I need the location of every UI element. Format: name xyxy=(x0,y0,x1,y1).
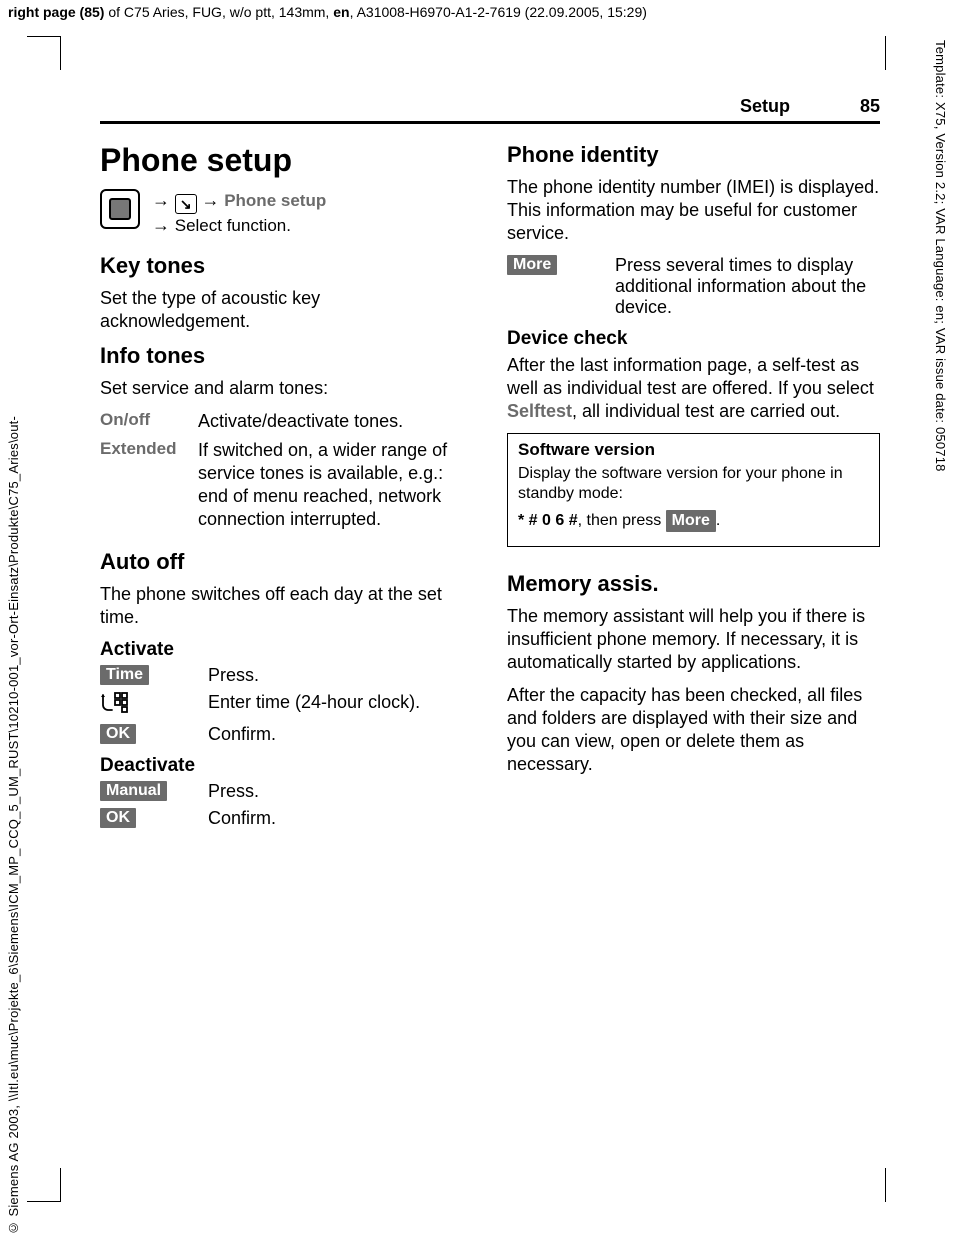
keypad-icon xyxy=(100,692,130,718)
step-row: Time Press. xyxy=(100,665,473,686)
menu-icon xyxy=(100,189,140,229)
paragraph: The memory assistant will help you if th… xyxy=(507,605,880,674)
definition-row: On/off Activate/deactivate tones. xyxy=(100,410,473,433)
term-onoff: On/off xyxy=(100,410,188,433)
arrow-right-icon: → xyxy=(152,215,170,235)
softkey-more: More xyxy=(666,510,716,532)
step-row: More Press several times to display addi… xyxy=(507,255,880,318)
ussd-code: * # 0 6 # xyxy=(518,512,578,529)
step-text: Confirm. xyxy=(208,724,473,745)
breadcrumb-target: Phone setup xyxy=(224,191,326,210)
paragraph: Set service and alarm tones: xyxy=(100,377,473,400)
header-tail: , A31008-H6970-A1-2-7619 (22.09.2005, 15… xyxy=(350,4,647,20)
definition-text: Activate/deactivate tones. xyxy=(198,410,473,433)
section-name: Setup xyxy=(740,96,790,117)
box-text: Display the software version for your ph… xyxy=(518,464,869,504)
softkey-manual: Manual xyxy=(100,781,167,801)
paragraph: After the last information page, a self-… xyxy=(507,354,880,423)
paragraph: After the capacity has been checked, all… xyxy=(507,684,880,776)
heading-info-tones: Info tones xyxy=(100,343,473,369)
heading-key-tones: Key tones xyxy=(100,253,473,279)
header-lang: en xyxy=(333,4,349,20)
text-fragment: , then press xyxy=(578,512,666,529)
step-text: Enter time (24-hour clock). xyxy=(208,692,473,713)
subheading-deactivate: Deactivate xyxy=(100,755,473,777)
header-part-rest: of C75 Aries, FUG, w/o ptt, 143mm, xyxy=(104,4,333,20)
definition-text: If switched on, a wider range of service… xyxy=(198,439,473,531)
box-code-line: * # 0 6 #, then press More. xyxy=(518,510,869,532)
softkey-more: More xyxy=(507,255,557,275)
breadcrumb: → ↘ → Phone setup → Select function. xyxy=(100,189,473,237)
header-part-bold: right page (85) xyxy=(8,4,104,20)
software-version-box: Software version Display the software ve… xyxy=(507,433,880,547)
step-row: OK Confirm. xyxy=(100,808,473,829)
page-content: Setup 85 Phone setup → ↘ → Phone setup →… xyxy=(100,96,880,835)
print-header: right page (85) of C75 Aries, FUG, w/o p… xyxy=(0,0,954,22)
step-text: Confirm. xyxy=(208,808,473,829)
crop-mark-icon xyxy=(885,36,886,70)
settings-nav-icon: ↘ xyxy=(175,194,197,214)
paragraph: Set the type of acoustic key acknowledge… xyxy=(100,287,473,333)
copyright-note-left: © Siemens AG 2003, \\Itl.eu\muc\Projekte… xyxy=(6,416,21,1236)
box-heading: Software version xyxy=(518,440,869,460)
arrow-right-icon: → xyxy=(201,190,219,210)
term-selftest: Selftest xyxy=(507,400,572,423)
paragraph: The phone identity number (IMEI) is disp… xyxy=(507,176,880,245)
step-row: Manual Press. xyxy=(100,781,473,802)
step-text: Press several times to display additiona… xyxy=(615,255,880,318)
paragraph: The phone switches off each day at the s… xyxy=(100,583,473,629)
text-fragment: , all individual test are carried out. xyxy=(572,401,840,421)
softkey-time: Time xyxy=(100,665,149,685)
heading-phone-identity: Phone identity xyxy=(507,142,880,168)
softkey-ok: OK xyxy=(100,808,136,828)
right-column: Phone identity The phone identity number… xyxy=(507,142,880,835)
definition-row: Extended If switched on, a wider range o… xyxy=(100,439,473,531)
heading-auto-off: Auto off xyxy=(100,549,473,575)
softkey-ok: OK xyxy=(100,724,136,744)
step-text: Press. xyxy=(208,665,473,686)
term-extended: Extended xyxy=(100,439,188,531)
step-row: OK Confirm. xyxy=(100,724,473,745)
heading-memory-assist: Memory assis. xyxy=(507,571,880,597)
running-head: Setup 85 xyxy=(100,96,880,124)
arrow-right-icon: → xyxy=(152,190,170,210)
breadcrumb-select: Select function. xyxy=(175,216,291,235)
page-number: 85 xyxy=(860,96,880,117)
crop-mark-icon xyxy=(60,36,61,70)
page-title: Phone setup xyxy=(100,142,473,179)
text-fragment: . xyxy=(716,512,720,529)
subheading-device-check: Device check xyxy=(507,328,880,350)
step-text: Press. xyxy=(208,781,473,802)
left-column: Phone setup → ↘ → Phone setup → Select f… xyxy=(100,142,473,835)
crop-mark-icon xyxy=(885,1168,886,1202)
template-note-right: Template: X75, Version 2.2; VAR Language… xyxy=(933,40,948,472)
subheading-activate: Activate xyxy=(100,639,473,661)
step-row: Enter time (24-hour clock). xyxy=(100,692,473,718)
crop-mark-icon xyxy=(60,1168,61,1202)
text-fragment: After the last information page, a self-… xyxy=(507,355,874,398)
